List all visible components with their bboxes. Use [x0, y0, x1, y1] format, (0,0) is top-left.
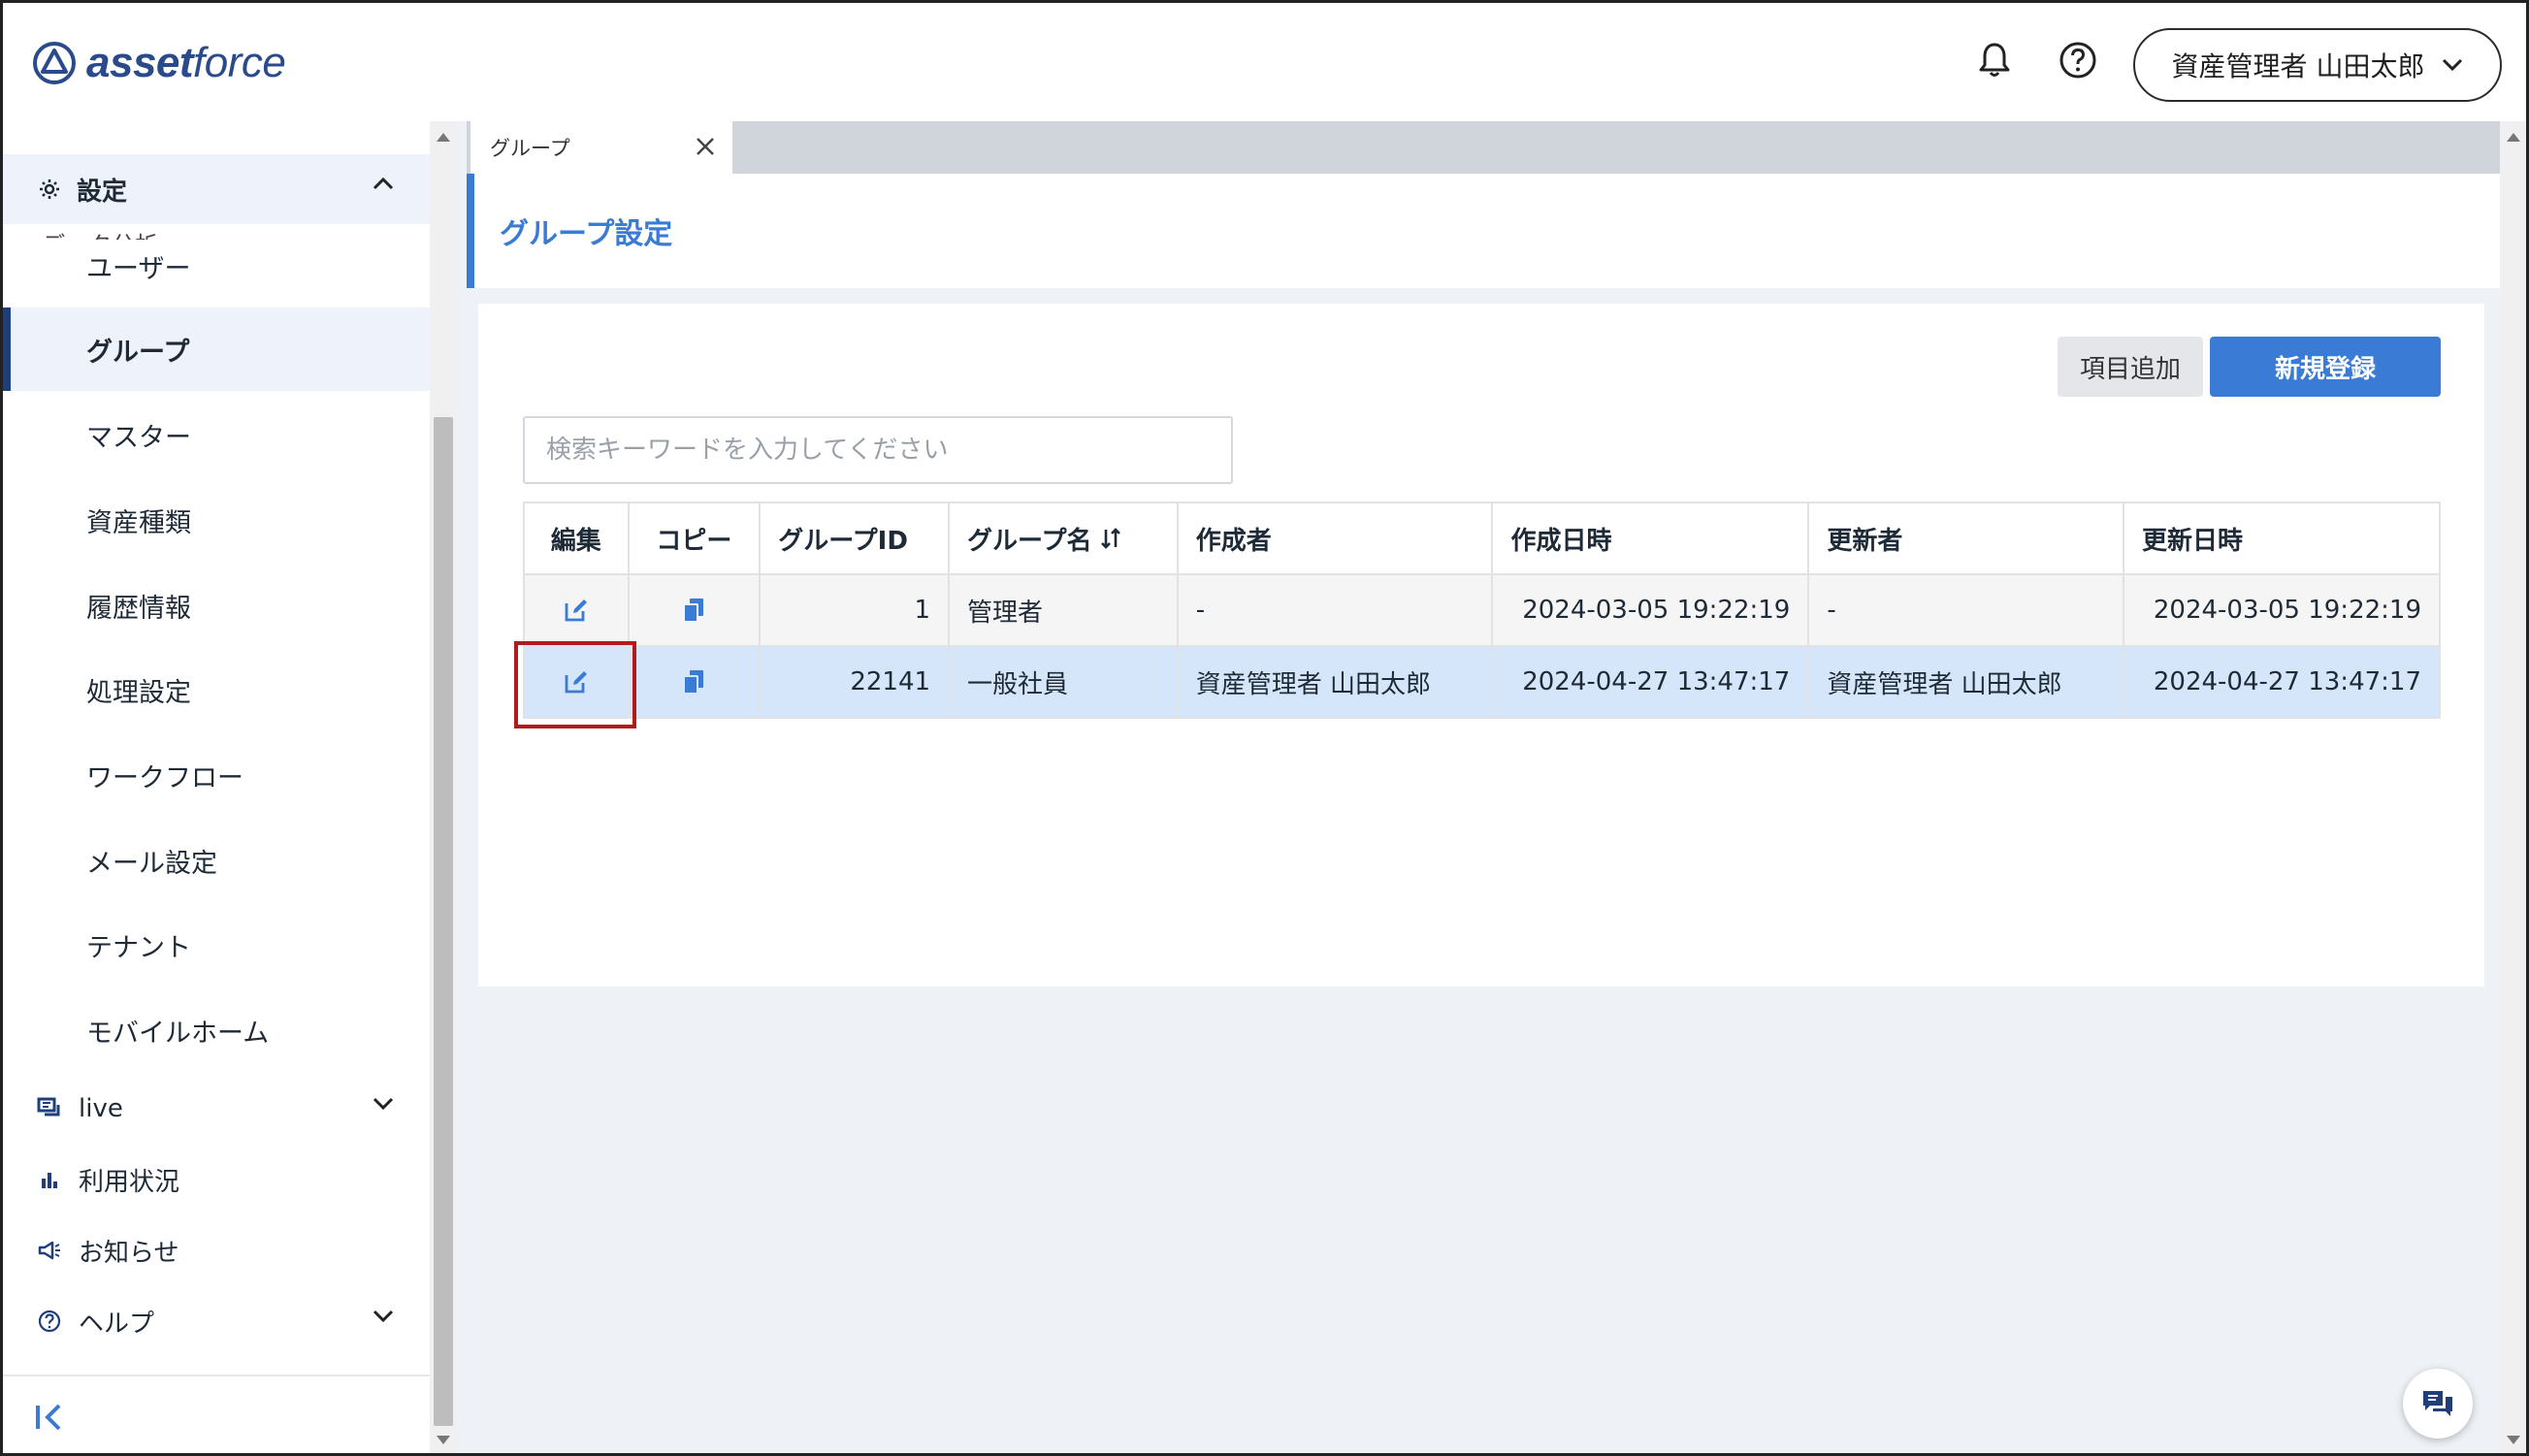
- table-header-row: 編集 コピー グループID グループ名 作成者 作成日時 更新者 更新日時: [523, 502, 2441, 575]
- help-circle-icon: [36, 1308, 63, 1335]
- sidebar-divider: [3, 1375, 430, 1376]
- edit-cell: [523, 645, 630, 719]
- sidebar-section-settings[interactable]: 設定: [3, 154, 430, 224]
- sidebar-item-mobile-home[interactable]: モバイルホーム: [3, 988, 430, 1072]
- chevron-down-icon: [373, 1310, 394, 1323]
- copy-cell: [627, 645, 762, 719]
- cell-updated-by: 資産管理者 山田太郎: [1807, 645, 2125, 719]
- col-updated-at: 更新日時: [2123, 502, 2441, 575]
- close-icon[interactable]: [694, 135, 717, 158]
- sidebar-item-master[interactable]: マスター: [3, 393, 430, 476]
- bar-chart-icon: [36, 1166, 63, 1193]
- search-input[interactable]: [523, 416, 1233, 484]
- chevron-down-icon: [373, 1097, 394, 1111]
- edit-icon[interactable]: [557, 591, 596, 630]
- cell-group-id: 22141: [759, 645, 951, 719]
- cell-created-by: -: [1176, 573, 1494, 647]
- col-created-at: 作成日時: [1491, 502, 1810, 575]
- add-field-button[interactable]: 項目追加: [2058, 337, 2203, 397]
- cell-group-name: 管理者: [948, 573, 1179, 647]
- group-table: 編集 コピー グループID グループ名 作成者 作成日時 更新者 更新日時 1 …: [523, 502, 2441, 719]
- col-copy: コピー: [627, 502, 762, 575]
- collapse-sidebar-icon[interactable]: [32, 1398, 71, 1437]
- sidebar-group-label: live: [79, 1094, 123, 1123]
- top-header: assetforce 資産管理者 山田太郎: [3, 3, 2526, 121]
- scroll-up-arrow-icon[interactable]: [437, 133, 450, 142]
- copy-cell: [627, 573, 762, 647]
- edit-cell: [523, 573, 630, 647]
- sidebar-group-help[interactable]: ヘルプ: [3, 1287, 430, 1355]
- cell-created-at: 2024-03-05 19:22:19: [1491, 573, 1810, 647]
- cell-group-id: 1: [759, 573, 951, 647]
- table-row[interactable]: 1 管理者 - 2024-03-05 19:22:19 - 2024-03-05…: [523, 573, 2441, 647]
- tab-bar: グループ: [467, 121, 2500, 174]
- sidebar-item-history[interactable]: 履歴情報: [3, 564, 430, 647]
- sidebar-item-users[interactable]: ユーザー: [3, 224, 430, 307]
- sidebar-item-groups[interactable]: グループ: [3, 307, 430, 391]
- copy-icon[interactable]: [674, 591, 713, 630]
- sidebar-group-news[interactable]: お知らせ: [3, 1216, 430, 1284]
- cell-created-by: 資産管理者 山田太郎: [1176, 645, 1494, 719]
- sidebar-item-workflow[interactable]: ワークフロー: [3, 733, 430, 817]
- page-title: グループ設定: [467, 174, 2500, 288]
- copy-icon[interactable]: [674, 663, 713, 701]
- scroll-down-arrow-icon[interactable]: [437, 1436, 450, 1444]
- sidebar-group-label: ヘルプ: [79, 1309, 155, 1339]
- logo-text: assetforce: [86, 39, 286, 86]
- tab-groups[interactable]: グループ: [470, 121, 732, 174]
- chat-icon: [36, 1095, 63, 1122]
- app-window: assetforce 資産管理者 山田太郎 データ分析 設定 ユーザー グループ…: [0, 0, 2529, 1456]
- sort-icon[interactable]: [1099, 526, 1122, 551]
- cell-updated-at: 2024-03-05 19:22:19: [2123, 573, 2441, 647]
- chat-support-button[interactable]: [2403, 1369, 2473, 1439]
- app-logo[interactable]: assetforce: [32, 34, 286, 92]
- scroll-up-arrow-icon[interactable]: [2507, 133, 2520, 142]
- tab-label: グループ: [490, 137, 570, 160]
- col-edit: 編集: [523, 502, 630, 575]
- sidebar-group-live[interactable]: live: [3, 1075, 430, 1143]
- megaphone-icon: [36, 1237, 63, 1264]
- scroll-down-arrow-icon[interactable]: [2507, 1436, 2520, 1444]
- sidebar: データ分析 設定 ユーザー グループ マスター 資産種類 履歴情報 処理設定 ワ…: [3, 121, 430, 1453]
- sidebar-section-label: 設定: [77, 177, 128, 207]
- sidebar-scrollbar[interactable]: [430, 121, 457, 1453]
- table-row-selected[interactable]: 22141 一般社員 資産管理者 山田太郎 2024-04-27 13:47:1…: [523, 645, 2441, 719]
- sidebar-group-label: お知らせ: [79, 1238, 179, 1268]
- scrollbar-thumb[interactable]: [434, 417, 453, 1426]
- sidebar-item-tenant[interactable]: テナント: [3, 903, 430, 987]
- chat-bubble-icon: [2423, 1391, 2452, 1416]
- cell-updated-by: -: [1807, 573, 2125, 647]
- edit-icon[interactable]: [557, 663, 596, 701]
- sidebar-item-processing[interactable]: 処理設定: [3, 648, 430, 731]
- cell-created-at: 2024-04-27 13:47:17: [1491, 645, 1810, 719]
- sidebar-group-label: 利用状況: [79, 1167, 180, 1197]
- col-group-id: グループID: [759, 502, 951, 575]
- sidebar-item-mail-settings[interactable]: メール設定: [3, 819, 430, 902]
- user-name: 資産管理者 山田太郎: [2171, 50, 2425, 82]
- col-group-name[interactable]: グループ名: [948, 502, 1179, 575]
- main-scrollbar[interactable]: [2500, 121, 2526, 1453]
- chevron-down-icon: [2443, 58, 2463, 72]
- col-updated-by: 更新者: [1807, 502, 2125, 575]
- main-content: グループ グループ設定 項目追加 新規登録 編集 コピー グループID グループ…: [457, 121, 2500, 1453]
- gear-icon: [40, 179, 59, 199]
- cell-updated-at: 2024-04-27 13:47:17: [2123, 645, 2441, 719]
- chevron-up-icon: [373, 177, 394, 190]
- user-menu-button[interactable]: 資産管理者 山田太郎: [2133, 28, 2502, 102]
- help-circle-icon[interactable]: [2056, 38, 2100, 82]
- cell-group-name: 一般社員: [948, 645, 1179, 719]
- sidebar-group-usage[interactable]: 利用状況: [3, 1146, 430, 1213]
- group-list-card: 項目追加 新規登録 編集 コピー グループID グループ名 作成者 作成日時 更…: [478, 304, 2484, 987]
- col-created-by: 作成者: [1176, 502, 1494, 575]
- notification-bell-icon[interactable]: [1972, 38, 2017, 82]
- sidebar-item-asset-types[interactable]: 資産種類: [3, 478, 430, 562]
- logo-triangle-icon: [33, 42, 76, 84]
- new-register-button[interactable]: 新規登録: [2210, 337, 2441, 397]
